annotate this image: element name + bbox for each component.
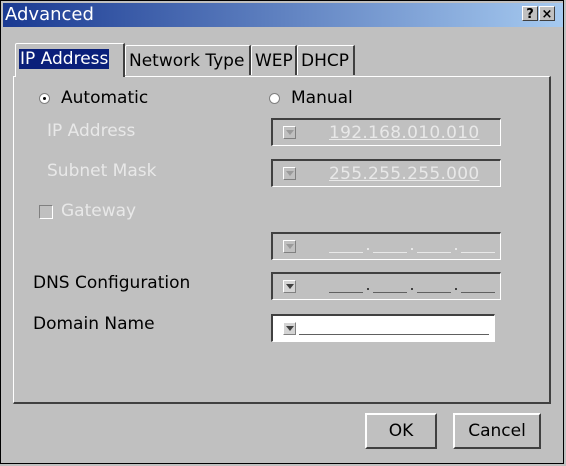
- octet-dot: [367, 288, 369, 290]
- tab-label: WEP: [255, 51, 293, 71]
- close-button[interactable]: ×: [539, 6, 555, 22]
- tab-label: IP Address: [19, 49, 110, 69]
- tab-ip-address[interactable]: IP Address: [15, 43, 125, 77]
- tab-network-type[interactable]: Network Type: [125, 45, 251, 75]
- octet-blank: [417, 252, 451, 253]
- domain-name-label: Domain Name: [33, 314, 155, 334]
- octet-blank: [329, 292, 363, 293]
- manual-label: Manual: [291, 88, 353, 108]
- octet-blank: [461, 292, 495, 293]
- gateway-checkbox[interactable]: [39, 205, 53, 219]
- octet-dot: [411, 248, 413, 250]
- octet-blank: [329, 252, 363, 253]
- domain-name-input[interactable]: [271, 314, 495, 342]
- tab-label: DHCP: [301, 51, 349, 71]
- subnet-mask-label: Subnet Mask: [47, 161, 157, 181]
- octet-blank: [373, 252, 407, 253]
- octet-blank: [417, 292, 451, 293]
- tab-dhcp[interactable]: DHCP: [297, 45, 355, 75]
- dns-configuration-label: DNS Configuration: [33, 273, 191, 293]
- window-title: Advanced: [5, 4, 94, 25]
- gateway-field[interactable]: [271, 232, 501, 260]
- gateway-label: Gateway: [61, 201, 137, 221]
- text-underline: [299, 334, 489, 335]
- automatic-label: Automatic: [61, 88, 149, 108]
- ip-address-field[interactable]: 192.168.010.010: [271, 118, 501, 146]
- subnet-mask-field[interactable]: 255.255.255.000: [271, 159, 501, 187]
- tab-wep[interactable]: WEP: [251, 45, 297, 75]
- ok-button[interactable]: OK: [365, 413, 437, 449]
- ip-address-value: 192.168.010.010: [329, 123, 480, 143]
- manual-radio[interactable]: [269, 93, 280, 104]
- cancel-button[interactable]: Cancel: [453, 413, 541, 449]
- title-bar: Advanced: [3, 3, 563, 27]
- dropdown-arrow-icon[interactable]: [283, 280, 296, 293]
- dropdown-arrow-icon[interactable]: [283, 126, 296, 139]
- dialog-window: Advanced ? × IP Address Network Type WEP…: [0, 0, 564, 464]
- ip-address-label: IP Address: [47, 121, 136, 141]
- octet-dot: [367, 248, 369, 250]
- octet-blank: [461, 252, 495, 253]
- dropdown-arrow-icon[interactable]: [283, 167, 296, 180]
- dropdown-arrow-icon[interactable]: [283, 240, 296, 253]
- help-button[interactable]: ?: [522, 6, 538, 22]
- octet-dot: [411, 288, 413, 290]
- dropdown-arrow-icon[interactable]: [283, 322, 296, 335]
- subnet-mask-value: 255.255.255.000: [329, 164, 480, 184]
- octet-dot: [455, 248, 457, 250]
- dns-field[interactable]: [271, 272, 501, 300]
- octet-dot: [455, 288, 457, 290]
- tab-label: Network Type: [129, 51, 245, 71]
- automatic-radio[interactable]: [39, 93, 50, 104]
- octet-blank: [373, 292, 407, 293]
